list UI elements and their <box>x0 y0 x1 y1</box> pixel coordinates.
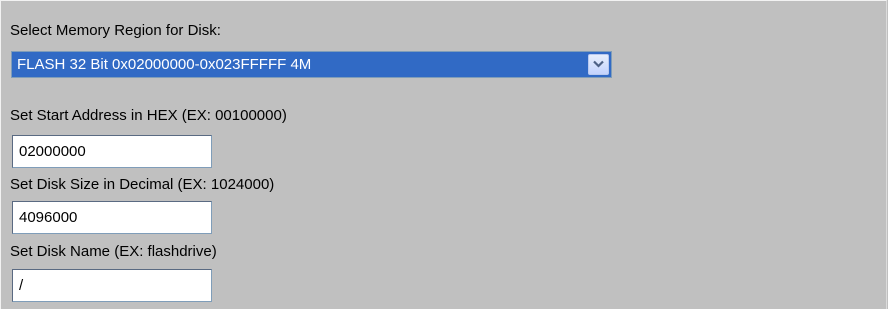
dropdown-arrow-button[interactable] <box>588 54 609 75</box>
chevron-down-icon <box>593 60 604 68</box>
disk-name-input[interactable] <box>13 270 211 301</box>
disk-name-field[interactable] <box>12 269 212 302</box>
disk-size-field[interactable] <box>12 201 212 234</box>
disk-size-label: Set Disk Size in Decimal (EX: 1024000) <box>10 176 275 193</box>
start-address-field[interactable] <box>12 135 212 168</box>
disk-settings-panel: Select Memory Region for Disk: FLASH 32 … <box>0 0 887 309</box>
disk-name-label: Set Disk Name (EX: flashdrive) <box>10 243 217 260</box>
start-address-label: Set Start Address in HEX (EX: 00100000) <box>10 107 287 124</box>
memory-region-label: Select Memory Region for Disk: <box>10 22 221 39</box>
disk-size-input[interactable] <box>13 202 211 233</box>
memory-region-select[interactable]: FLASH 32 Bit 0x02000000-0x023FFFFF 4M <box>11 51 612 78</box>
start-address-input[interactable] <box>13 136 211 167</box>
memory-region-selected-value: FLASH 32 Bit 0x02000000-0x023FFFFF 4M <box>17 56 312 73</box>
